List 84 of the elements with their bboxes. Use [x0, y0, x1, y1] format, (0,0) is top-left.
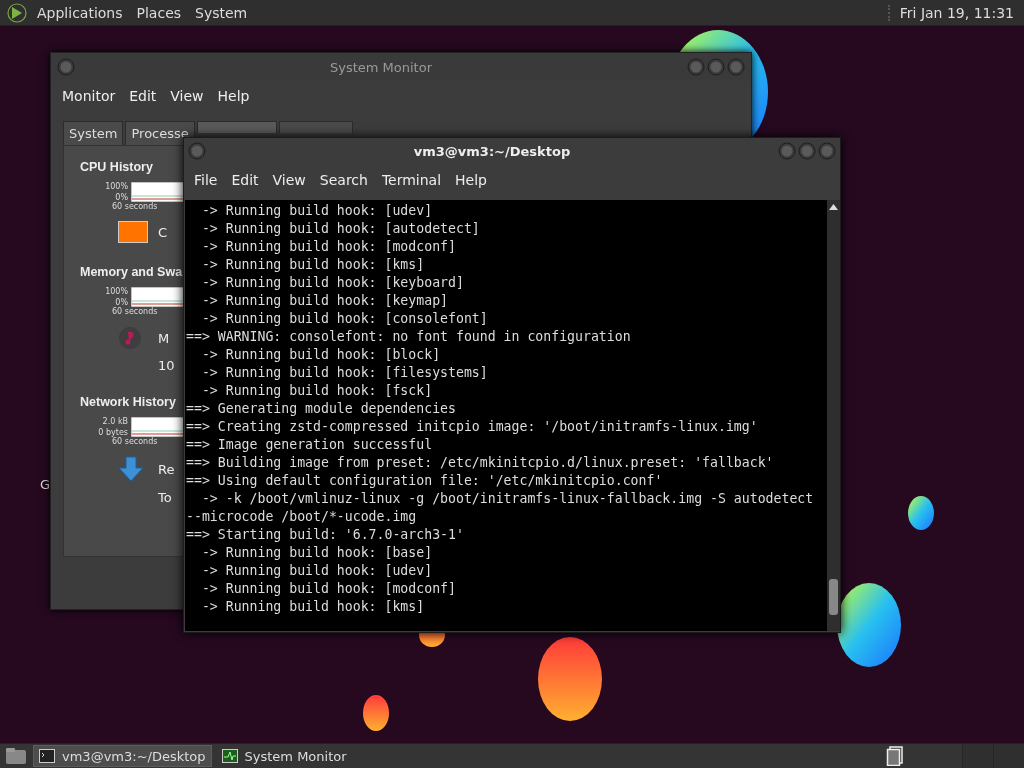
panel-menu[interactable]: Applications	[30, 4, 130, 21]
taskbar-button[interactable]: vm3@vm3:~/Desktop	[33, 745, 212, 767]
terminal-line: ==> Image generation successful	[186, 436, 433, 454]
section-heading: Network History	[80, 395, 176, 409]
menu-item[interactable]: Terminal	[375, 170, 450, 196]
maximize-button[interactable]	[798, 142, 816, 160]
window-menu-button[interactable]	[188, 142, 206, 160]
menu-item[interactable]: Help	[449, 170, 495, 196]
clock[interactable]: Fri Jan 19, 11:31	[887, 4, 1024, 21]
show-desktop-icon[interactable]	[4, 746, 28, 766]
legend-value: 10	[158, 358, 175, 373]
menu-item[interactable]: File	[188, 170, 226, 196]
terminal-line: -> Running build hook: [kms]	[200, 598, 425, 616]
terminal-line: ==> Building image from preset: /etc/mkinitcpio.d/linux.preset: 'fallback'	[186, 454, 774, 472]
tab[interactable]: System	[63, 121, 124, 145]
maximize-button[interactable]	[707, 58, 725, 76]
cpu-color-swatch[interactable]	[118, 221, 148, 243]
terminal-line: -> Running build hook: [modconf]	[200, 580, 456, 598]
terminal-line: -> Running build hook: [filesystems]	[200, 364, 488, 382]
workspace-switcher-cell[interactable]	[993, 744, 1024, 768]
terminal-line: -> Running build hook: [udev]	[200, 562, 433, 580]
axis-label: 0%	[115, 298, 128, 307]
menu-item[interactable]: Edit	[225, 170, 267, 196]
terminal-line: -> Running build hook: [base]	[200, 544, 433, 562]
legend-label: Re	[158, 461, 175, 477]
download-arrow-icon	[118, 456, 144, 482]
axis-label: 2.0 kB	[102, 417, 128, 426]
terminal-icon	[39, 749, 55, 763]
workspace-switcher-cell[interactable]	[962, 744, 993, 768]
terminal-line: ==> Generating module dependencies	[186, 400, 456, 418]
terminal-line: ==> WARNING: consolefont: no font found in configuration	[186, 328, 631, 346]
panel-menu[interactable]: Places	[129, 4, 189, 21]
menu-item[interactable]: Edit	[122, 86, 164, 112]
desktop-icon-label[interactable]: G	[40, 477, 51, 492]
close-button[interactable]	[727, 58, 745, 76]
terminal-line: -> Running build hook: [block]	[200, 346, 441, 364]
window-title: vm3@vm3:~/Desktop	[412, 143, 572, 159]
section-heading: CPU History	[80, 160, 153, 174]
terminal-line: ==> Creating zstd-compressed initcpio image: '/boot/initramfs-linux.img'	[186, 418, 758, 436]
scroll-up-icon[interactable]	[829, 204, 838, 210]
terminal-line: -> Running build hook: [fsck]	[200, 382, 433, 400]
axis-label: 0 bytes	[98, 428, 128, 437]
terminal-line: ==> Using default configuration file: '/etc/mkinitcpio.conf'	[186, 472, 663, 490]
terminal-line: -> Running build hook: [keymap]	[200, 292, 448, 310]
logo-icon[interactable]	[6, 1, 28, 24]
scrollbar[interactable]	[827, 200, 840, 631]
menu-item[interactable]: Search	[313, 170, 376, 196]
window-title: System Monitor	[329, 59, 433, 75]
close-button[interactable]	[818, 142, 836, 160]
terminal-line: -> Running build hook: [keyboard]	[200, 274, 464, 292]
terminal-line: -> Running build hook: [modconf]	[200, 238, 456, 256]
terminal-line: --microcode /boot/*-ucode.img	[186, 508, 417, 526]
tab[interactable]: Processe	[125, 121, 195, 145]
axis-label: 100%	[105, 287, 128, 296]
legend-label: M	[158, 330, 170, 346]
scrollbar-thumb[interactable]	[829, 579, 838, 615]
monitor-graph-icon	[221, 749, 238, 763]
axis-label: 60 seconds	[112, 437, 158, 446]
tab[interactable]	[278, 121, 353, 133]
terminal-line: -> -k /boot/vmlinuz-linux -g /boot/initramfs-linux-fallback.img -S autodetect	[200, 490, 814, 508]
taskbar-button[interactable]: System Monitor	[216, 745, 375, 767]
menu-item[interactable]: View	[163, 86, 211, 112]
terminal-line: -> Running build hook: [kms]	[200, 256, 425, 274]
axis-label: 60 seconds	[112, 307, 158, 316]
pie-icon	[118, 326, 142, 350]
axis-label: 100%	[105, 182, 128, 191]
window-menu-button[interactable]	[57, 58, 75, 76]
axis-label: 60 seconds	[112, 202, 158, 211]
minimize-button[interactable]	[687, 58, 705, 76]
menu-item[interactable]: View	[266, 170, 314, 196]
windows-icon[interactable]	[886, 746, 904, 766]
terminal-line: ==> Starting build: '6.7.0-arch3-1'	[186, 526, 464, 544]
minimize-button[interactable]	[778, 142, 796, 160]
terminal-line: -> Running build hook: [udev]	[200, 202, 433, 220]
legend-value: To	[158, 490, 172, 505]
legend-label: C	[158, 224, 168, 240]
axis-label: 0%	[115, 193, 128, 202]
menu-item[interactable]: Help	[210, 86, 257, 112]
section-heading: Memory and Swa	[80, 265, 183, 279]
tab[interactable]	[196, 121, 277, 133]
menu-item[interactable]: Monitor	[55, 86, 123, 112]
terminal-line: -> Running build hook: [autodetect]	[200, 220, 480, 238]
terminal-line: -> Running build hook: [consolefont]	[200, 310, 488, 328]
panel-menu[interactable]: System	[188, 4, 255, 21]
